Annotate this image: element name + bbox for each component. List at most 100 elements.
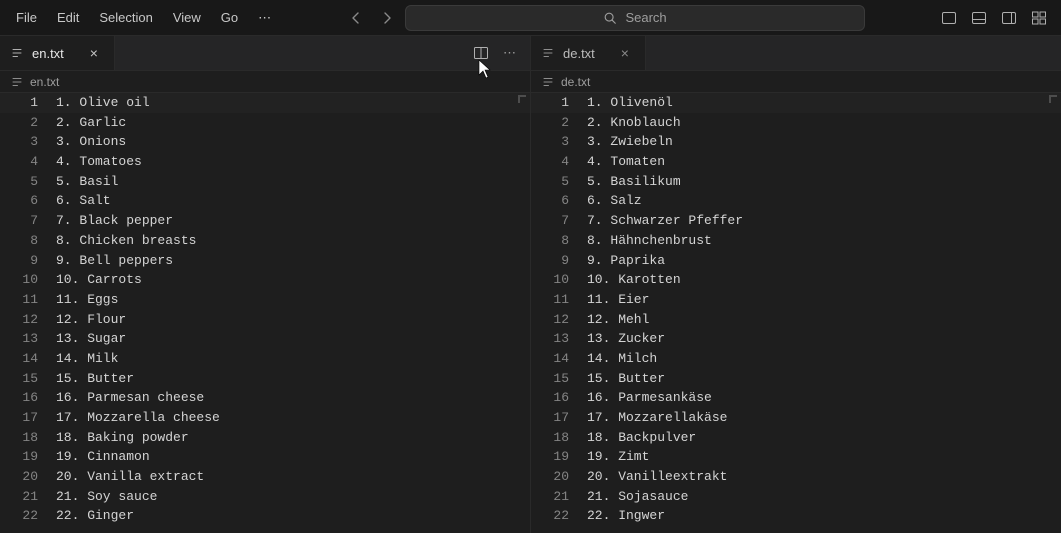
- line-content: 16. Parmesan cheese: [56, 388, 204, 408]
- code-line[interactable]: 2222. Ginger: [0, 506, 530, 526]
- breadcrumb-right[interactable]: de.txt: [531, 71, 1061, 93]
- code-line[interactable]: 33. Zwiebeln: [531, 132, 1061, 152]
- code-line[interactable]: 1010. Carrots: [0, 270, 530, 290]
- line-content: 15. Butter: [56, 369, 134, 389]
- line-number: 2: [0, 113, 56, 133]
- line-content: 1. Olive oil: [56, 93, 150, 113]
- menu-edit[interactable]: Edit: [49, 6, 87, 29]
- code-line[interactable]: 1616. Parmesan cheese: [0, 388, 530, 408]
- code-line[interactable]: 1818. Baking powder: [0, 428, 530, 448]
- menu-more[interactable]: ⋯: [250, 6, 279, 30]
- minimap-right[interactable]: [1049, 95, 1057, 103]
- toggle-primary-sidebar-icon[interactable]: [941, 10, 957, 26]
- breadcrumb-left[interactable]: en.txt: [0, 71, 530, 93]
- code-line[interactable]: 88. Chicken breasts: [0, 231, 530, 251]
- menu-selection[interactable]: Selection: [91, 6, 160, 29]
- title-bar: File Edit Selection View Go ⋯ Search: [0, 0, 1061, 36]
- code-line[interactable]: 22. Garlic: [0, 113, 530, 133]
- nav-back-icon[interactable]: [349, 10, 365, 26]
- line-number: 10: [0, 270, 56, 290]
- code-line[interactable]: 44. Tomatoes: [0, 152, 530, 172]
- line-content: 2. Knoblauch: [587, 113, 681, 133]
- code-line[interactable]: 1313. Sugar: [0, 329, 530, 349]
- code-line[interactable]: 99. Bell peppers: [0, 251, 530, 271]
- search-icon: [603, 11, 617, 25]
- line-content: 4. Tomaten: [587, 152, 665, 172]
- line-content: 18. Backpulver: [587, 428, 696, 448]
- code-line[interactable]: 1111. Eier: [531, 290, 1061, 310]
- code-line[interactable]: 33. Onions: [0, 132, 530, 152]
- code-line[interactable]: 2020. Vanilla extract: [0, 467, 530, 487]
- line-content: 6. Salt: [56, 191, 111, 211]
- code-area-left[interactable]: 11. Olive oil22. Garlic33. Onions44. Tom…: [0, 93, 530, 533]
- code-line[interactable]: 44. Tomaten: [531, 152, 1061, 172]
- code-line[interactable]: 1515. Butter: [531, 369, 1061, 389]
- code-line[interactable]: 77. Schwarzer Pfeffer: [531, 211, 1061, 231]
- code-line[interactable]: 11. Olive oil: [0, 93, 530, 113]
- code-line[interactable]: 11. Olivenöl: [531, 93, 1061, 113]
- code-line[interactable]: 55. Basilikum: [531, 172, 1061, 192]
- code-line[interactable]: 2121. Sojasauce: [531, 487, 1061, 507]
- line-number: 11: [531, 290, 587, 310]
- nav-arrows: [349, 10, 395, 26]
- close-icon[interactable]: ×: [603, 45, 635, 61]
- minimap-left[interactable]: [518, 95, 526, 103]
- command-center-search[interactable]: Search: [405, 5, 865, 31]
- line-number: 8: [531, 231, 587, 251]
- more-actions-icon[interactable]: ⋯: [503, 45, 518, 61]
- close-icon[interactable]: ×: [72, 45, 104, 61]
- code-line[interactable]: 1313. Zucker: [531, 329, 1061, 349]
- line-content: 7. Black pepper: [56, 211, 173, 231]
- code-line[interactable]: 1919. Cinnamon: [0, 447, 530, 467]
- tab-en-txt[interactable]: en.txt ×: [0, 36, 115, 70]
- code-line[interactable]: 1717. Mozzarellakäse: [531, 408, 1061, 428]
- line-content: 19. Cinnamon: [56, 447, 150, 467]
- code-line[interactable]: 66. Salt: [0, 191, 530, 211]
- code-area-right[interactable]: 11. Olivenöl22. Knoblauch33. Zwiebeln44.…: [531, 93, 1061, 533]
- code-line[interactable]: 1717. Mozzarella cheese: [0, 408, 530, 428]
- code-line[interactable]: 1919. Zimt: [531, 447, 1061, 467]
- tab-label: de.txt: [563, 46, 595, 61]
- code-line[interactable]: 1010. Karotten: [531, 270, 1061, 290]
- tab-actions-left: ⋯: [461, 36, 530, 70]
- line-number: 20: [0, 467, 56, 487]
- code-line[interactable]: 1818. Backpulver: [531, 428, 1061, 448]
- menu-view[interactable]: View: [165, 6, 209, 29]
- menu-file[interactable]: File: [8, 6, 45, 29]
- line-content: 22. Ingwer: [587, 506, 665, 526]
- line-number: 16: [531, 388, 587, 408]
- code-line[interactable]: 1616. Parmesankäse: [531, 388, 1061, 408]
- code-line[interactable]: 99. Paprika: [531, 251, 1061, 271]
- tab-de-txt[interactable]: de.txt ×: [531, 36, 646, 70]
- tab-row-right: de.txt ×: [531, 36, 1061, 71]
- code-line[interactable]: 2020. Vanilleextrakt: [531, 467, 1061, 487]
- toggle-secondary-sidebar-icon[interactable]: [1001, 10, 1017, 26]
- customize-layout-icon[interactable]: [1031, 10, 1047, 26]
- code-line[interactable]: 77. Black pepper: [0, 211, 530, 231]
- code-line[interactable]: 22. Knoblauch: [531, 113, 1061, 133]
- code-line[interactable]: 55. Basil: [0, 172, 530, 192]
- line-number: 14: [0, 349, 56, 369]
- line-number: 9: [531, 251, 587, 271]
- code-line[interactable]: 66. Salz: [531, 191, 1061, 211]
- line-number: 13: [531, 329, 587, 349]
- code-line[interactable]: 1212. Mehl: [531, 310, 1061, 330]
- code-line[interactable]: 2222. Ingwer: [531, 506, 1061, 526]
- code-line[interactable]: 1414. Milk: [0, 349, 530, 369]
- code-line[interactable]: 1111. Eggs: [0, 290, 530, 310]
- line-number: 17: [531, 408, 587, 428]
- code-line[interactable]: 2121. Soy sauce: [0, 487, 530, 507]
- line-number: 6: [531, 191, 587, 211]
- line-number: 19: [0, 447, 56, 467]
- menu-go[interactable]: Go: [213, 6, 246, 29]
- code-line[interactable]: 1515. Butter: [0, 369, 530, 389]
- split-editor-icon[interactable]: [473, 45, 489, 61]
- search-placeholder: Search: [625, 10, 666, 25]
- line-content: 2. Garlic: [56, 113, 126, 133]
- code-line[interactable]: 1212. Flour: [0, 310, 530, 330]
- nav-forward-icon[interactable]: [379, 10, 395, 26]
- toggle-panel-icon[interactable]: [971, 10, 987, 26]
- code-line[interactable]: 1414. Milch: [531, 349, 1061, 369]
- code-line[interactable]: 88. Hähnchenbrust: [531, 231, 1061, 251]
- line-content: 14. Milk: [56, 349, 118, 369]
